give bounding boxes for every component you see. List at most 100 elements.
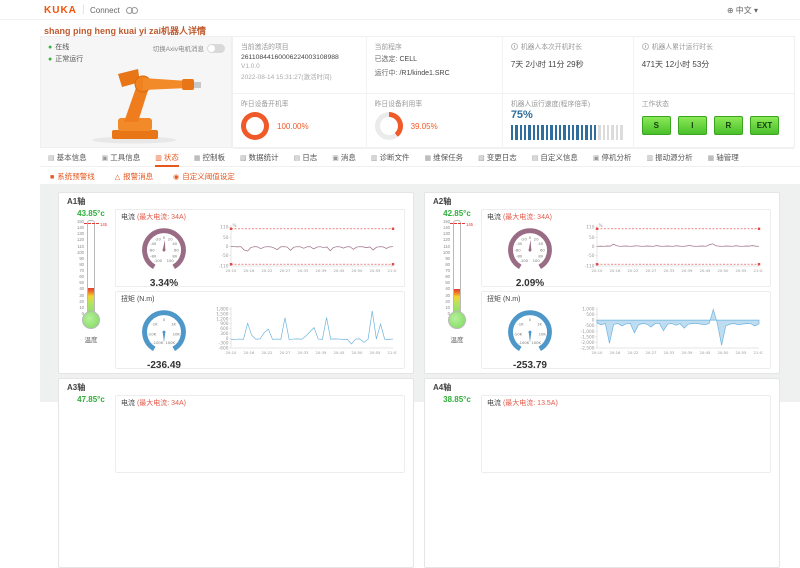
torque-chart: 1,0005000-500-1,000-1,500-2,000-2,50020:… [573,304,765,364]
temperature-value: 43.85°c [67,209,115,218]
subtab-alarm-messages[interactable]: △报警消息 [115,171,153,182]
kuka-logo: KUKA [44,5,77,16]
utilization-donut [375,112,403,140]
tab-custom-info[interactable]: ▤自定义信息 [532,150,578,167]
svg-text:-20: -20 [155,237,162,242]
tab-logs[interactable]: ▤日志 [294,150,318,167]
current-chart: 110500-50-110%20:1020:1620:2220:2720:332… [573,222,765,282]
current-program-cell: 当前程序 已选定: CELL 运行中: /R1/kinde1.SRC [367,37,503,94]
svg-text:20:55: 20:55 [736,268,748,273]
tab-downtime-analysis[interactable]: ▣停机分析 [593,150,632,167]
torque-gauge: -100K-10K-1K01K10K100K [137,304,191,358]
tab-basic-info[interactable]: ▤基本信息 [48,150,87,167]
tab-control-panel[interactable]: ▦控制板 [194,150,225,167]
motor-toggle-switch[interactable] [207,44,225,53]
tab-status[interactable]: ▥状态 [155,150,179,167]
tab-messages[interactable]: ▣消息 [332,150,356,167]
svg-text:20:10: 20:10 [592,350,604,355]
svg-text:21:01: 21:01 [388,350,397,355]
svg-text:100K: 100K [165,340,175,345]
axis-management-icon: ▦ [708,155,715,162]
thermometer: 1501401301201101009080706050403020100145 [437,220,477,332]
svg-text:100K: 100K [531,340,541,345]
svg-text:10K: 10K [539,332,547,337]
messages-icon: ▣ [332,155,339,162]
svg-text:1,000: 1,000 [582,307,595,313]
robot-image [51,55,221,145]
svg-text:20:27: 20:27 [646,350,658,355]
svg-text:20:55: 20:55 [370,350,382,355]
total-run-duration: 471天 12小时 53分 [642,59,786,70]
tab-change-log[interactable]: ▧变更日志 [478,150,517,167]
thermometer: 1501401301201101009080706050403020100145 [71,220,111,332]
temperature-panel: 42.85°c 15014013012011010090807060504030… [433,209,481,373]
svg-text:-100K: -100K [152,340,164,345]
work-status-button-i[interactable]: I [678,116,707,135]
svg-text:0: 0 [592,244,595,250]
change-log-icon: ▧ [478,155,485,162]
language-selector[interactable]: ⊕ 中文 ▾ [727,5,758,16]
svg-text:21:01: 21:01 [754,350,763,355]
svg-text:500: 500 [586,312,594,318]
logs-icon: ▤ [294,155,301,162]
main-tab-bar: ▤基本信息 ▣工具信息 ▥状态 ▦控制板 ▧数据统计 ▤日志 ▣消息 ▥诊断文件 ▦维保任务 ▧变… [40,150,800,167]
tab-vibration-analysis[interactable]: ▥振动源分析 [647,150,693,167]
temperature-value: 42.85°c [433,209,481,218]
tab-tool-info[interactable]: ▣工具信息 [102,150,141,167]
svg-text:20:33: 20:33 [664,350,676,355]
work-status-button-s[interactable]: S [642,116,671,135]
svg-text:0: 0 [163,317,166,322]
tab-data-stats[interactable]: ▧数据统计 [240,150,279,167]
svg-text:20:50: 20:50 [352,350,364,355]
torque-chart: 1,8001,5001,2009006003000-300-60020:1020… [207,304,399,364]
current-box: 电流 (最大电流: 13.5A) [481,395,771,473]
tab-maintenance-tasks[interactable]: ▦维保任务 [425,150,464,167]
svg-text:20:50: 20:50 [352,268,364,273]
current-title: 电流 [121,400,135,407]
svg-text:40: 40 [538,241,543,246]
svg-text:20:55: 20:55 [370,268,382,273]
svg-text:10K: 10K [173,332,181,337]
maintenance-tasks-icon: ▦ [425,155,432,162]
subtab-custom-threshold[interactable]: ◉自定义阈值设定 [173,171,235,182]
svg-text:20:33: 20:33 [664,268,676,273]
svg-text:100: 100 [167,258,175,263]
svg-text:100: 100 [533,258,541,263]
top-bar: KUKA | Connect ⊕ 中文 ▾ [0,0,800,20]
program-selected: CELL [399,56,417,63]
svg-text:20:16: 20:16 [610,350,622,355]
svg-text:20:22: 20:22 [262,268,274,273]
subtab-system-warning-line[interactable]: ■系统预警线 [50,171,95,182]
svg-text:-1,500: -1,500 [581,334,595,340]
torque-value: -236.49 [121,360,207,371]
svg-text:-20: -20 [521,237,528,242]
work-status-button-ext[interactable]: EXT [750,116,779,135]
svg-text:-500: -500 [585,323,595,329]
torque-gauge: -100K-10K-1K01K10K100K [503,304,557,358]
svg-text:20:27: 20:27 [646,268,658,273]
svg-text:20:50: 20:50 [718,268,730,273]
tab-axis-management[interactable]: ▦轴管理 [708,150,739,167]
caret-down-icon: ▾ [754,6,758,15]
svg-text:20:39: 20:39 [316,350,328,355]
torque-title: 扭矩 (N.m) [487,296,520,303]
overview-section: ●在线 ●正常运行 切换Axiv电机消息 当前激活的项目 26110844160… [40,36,795,148]
speed-value: 75% [511,109,625,121]
svg-text:-40: -40 [150,241,157,246]
svg-text:20:22: 20:22 [262,350,274,355]
svg-text:21:01: 21:01 [754,268,763,273]
svg-text:20:16: 20:16 [610,268,622,273]
utilization-value: 39.05% [411,122,438,131]
clock-icon [642,43,649,50]
svg-text:60: 60 [540,247,545,252]
diagnostic-files-icon: ▥ [371,155,378,162]
current-title: 电流 [487,214,501,221]
work-status-button-r[interactable]: R [714,116,743,135]
svg-text:1K: 1K [537,321,542,326]
axis-title: A2轴 [433,196,771,207]
project-id: 26110844160006224003108988 [241,54,358,61]
tab-diagnostic-files[interactable]: ▥诊断文件 [371,150,410,167]
svg-text:20:10: 20:10 [226,268,238,273]
svg-text:20:27: 20:27 [280,350,292,355]
svg-text:20:55: 20:55 [736,350,748,355]
